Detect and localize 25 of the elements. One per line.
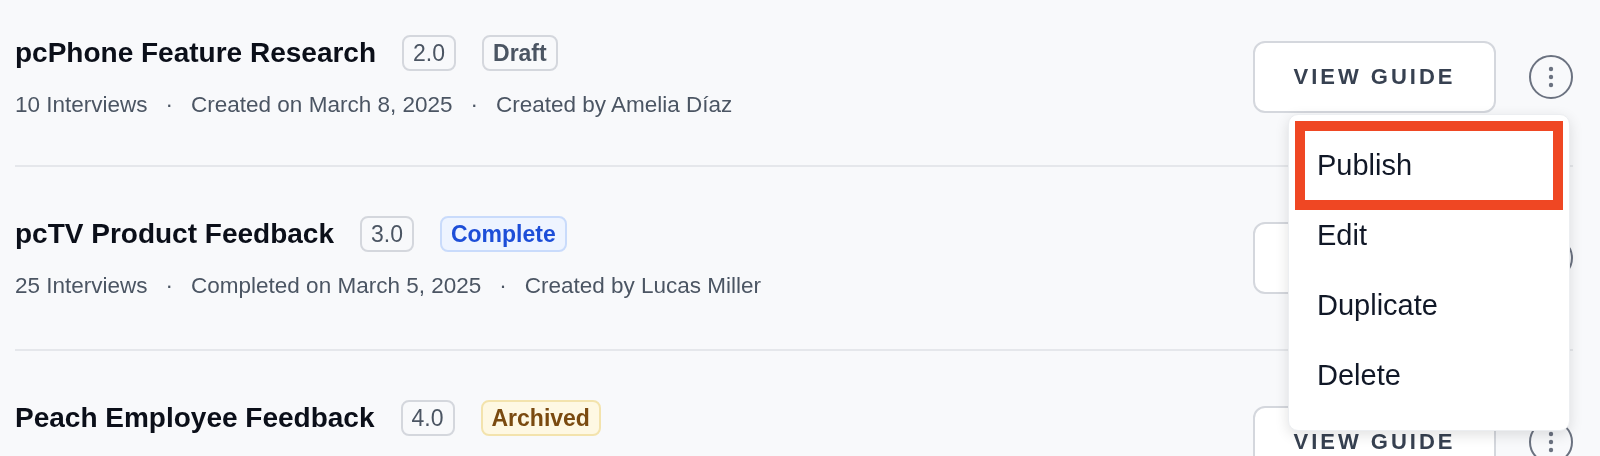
version-badge: 3.0 xyxy=(359,216,414,252)
guide-meta: Completed on March 5, 2025 xyxy=(191,272,482,300)
version-badge: 4.0 xyxy=(400,400,455,436)
view-guide-button[interactable]: VIEW GUIDE xyxy=(1253,41,1496,113)
guide-meta: 10 Interviews xyxy=(15,91,148,119)
guide-meta: Created by Lucas Miller xyxy=(524,272,762,300)
guide-meta: Created by Amelia Díaz xyxy=(496,91,733,119)
guide-meta: 25 Interviews xyxy=(15,272,148,300)
guide-title: pcTV Product Feedback xyxy=(15,217,334,251)
menu-item[interactable]: Duplicate xyxy=(1295,270,1563,340)
status-badge: Draft xyxy=(482,35,558,71)
guide-meta: Created on March 8, 2025 xyxy=(191,91,453,119)
status-badge: Complete xyxy=(439,216,567,252)
guide-title: pcPhone Feature Research xyxy=(15,36,377,70)
more-options-icon xyxy=(1548,431,1554,453)
separator-dot: · xyxy=(499,272,507,300)
status-badge: Archived xyxy=(480,400,601,436)
separator-dot: · xyxy=(165,272,174,300)
separator-dot: · xyxy=(165,91,174,119)
more-options-button[interactable] xyxy=(1529,55,1573,99)
menu-item[interactable]: Publish xyxy=(1295,121,1563,210)
separator-dot: · xyxy=(470,91,478,119)
guide-title: Peach Employee Feedback xyxy=(15,401,375,435)
more-options-icon xyxy=(1548,66,1554,88)
version-badge: 2.0 xyxy=(402,35,456,71)
